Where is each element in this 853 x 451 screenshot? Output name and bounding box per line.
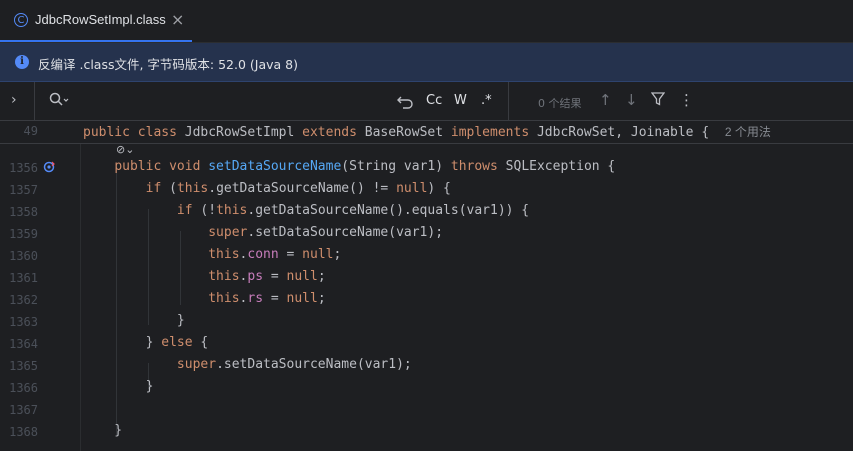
search-icon[interactable] (49, 92, 69, 112)
code-line: this.ps = null; (208, 269, 326, 284)
code-line: if (!this.getDataSourceName().equals(var… (176, 203, 530, 218)
match-case-toggle[interactable]: Cc (426, 93, 442, 108)
regex-toggle[interactable]: .* (481, 93, 492, 108)
line-number: 1362 (9, 293, 38, 307)
code-line: } (83, 379, 154, 394)
code-line: } (83, 313, 185, 328)
banner-text: 反编译 .class文件, 字节码版本: 52.0 (Java 8) (38, 57, 298, 72)
search-results-count: 0 个结果 (538, 97, 582, 110)
line-number: 1367 (9, 403, 38, 417)
code-lens-icon[interactable]: ⊘⌄ (116, 143, 134, 156)
find-bar: › Cc W .* 0 个结果 ↑ ↓ ⋮ (0, 82, 853, 121)
sticky-class-header[interactable]: 49 public class JdbcRowSetImpl extends B… (0, 121, 853, 144)
info-icon: i (15, 55, 29, 69)
line-number: 1365 (9, 359, 38, 373)
find-bar-divider (34, 82, 35, 120)
find-bar-divider (508, 82, 509, 120)
code-line: super.setDataSourceName(var1); (176, 357, 412, 372)
editor-tab-bar: C JdbcRowSetImpl.class × (0, 0, 853, 43)
class-icon: C (14, 13, 28, 27)
more-options-icon[interactable]: ⋮ (679, 91, 694, 109)
line-number: 1363 (9, 315, 38, 329)
line-number: 1356 (9, 161, 38, 175)
code-line: } (83, 423, 123, 438)
line-number: 1360 (9, 249, 38, 263)
code-editor[interactable]: 49 public class JdbcRowSetImpl extends B… (0, 121, 853, 451)
active-tab-indicator (0, 40, 192, 42)
filter-icon[interactable] (650, 92, 666, 110)
close-tab-icon[interactable]: × (171, 10, 184, 29)
whole-word-toggle[interactable]: W (454, 93, 467, 108)
code-line: this.rs = null; (208, 291, 326, 306)
line-number: 1357 (9, 183, 38, 197)
code-line: public void setDataSourceName(String var… (114, 159, 616, 174)
line-number: 1359 (9, 227, 38, 241)
file-tab-title: JdbcRowSetImpl.class (35, 12, 166, 27)
code-line: super.setDataSourceName(var1); (208, 225, 444, 240)
line-number: 1364 (9, 337, 38, 351)
previous-occurrence-icon[interactable]: ↑ (599, 91, 612, 109)
decompiled-notice-banner: i 反编译 .class文件, 字节码版本: 52.0 (Java 8) (0, 43, 853, 82)
line-number: 1366 (9, 381, 38, 395)
usages-hint: 2 个用法 (724, 125, 771, 139)
line-number: 1361 (9, 271, 38, 285)
code-line: this.conn = null; (208, 247, 342, 262)
expand-replace-icon[interactable]: › (11, 92, 17, 108)
next-occurrence-icon[interactable]: ↓ (625, 91, 638, 109)
override-gutter-icon[interactable] (43, 161, 55, 173)
file-tab[interactable]: C JdbcRowSetImpl.class × (0, 0, 192, 42)
sticky-code-line: public class JdbcRowSetImpl extends Base… (83, 125, 771, 140)
gutter-divider (80, 121, 81, 451)
line-number: 1358 (9, 205, 38, 219)
search-history-icon[interactable] (396, 93, 414, 113)
line-number: 49 (23, 124, 38, 138)
code-line: } else { (83, 335, 209, 350)
code-line: if (this.getDataSourceName() != null) { (145, 181, 451, 196)
line-number: 1368 (9, 425, 38, 439)
